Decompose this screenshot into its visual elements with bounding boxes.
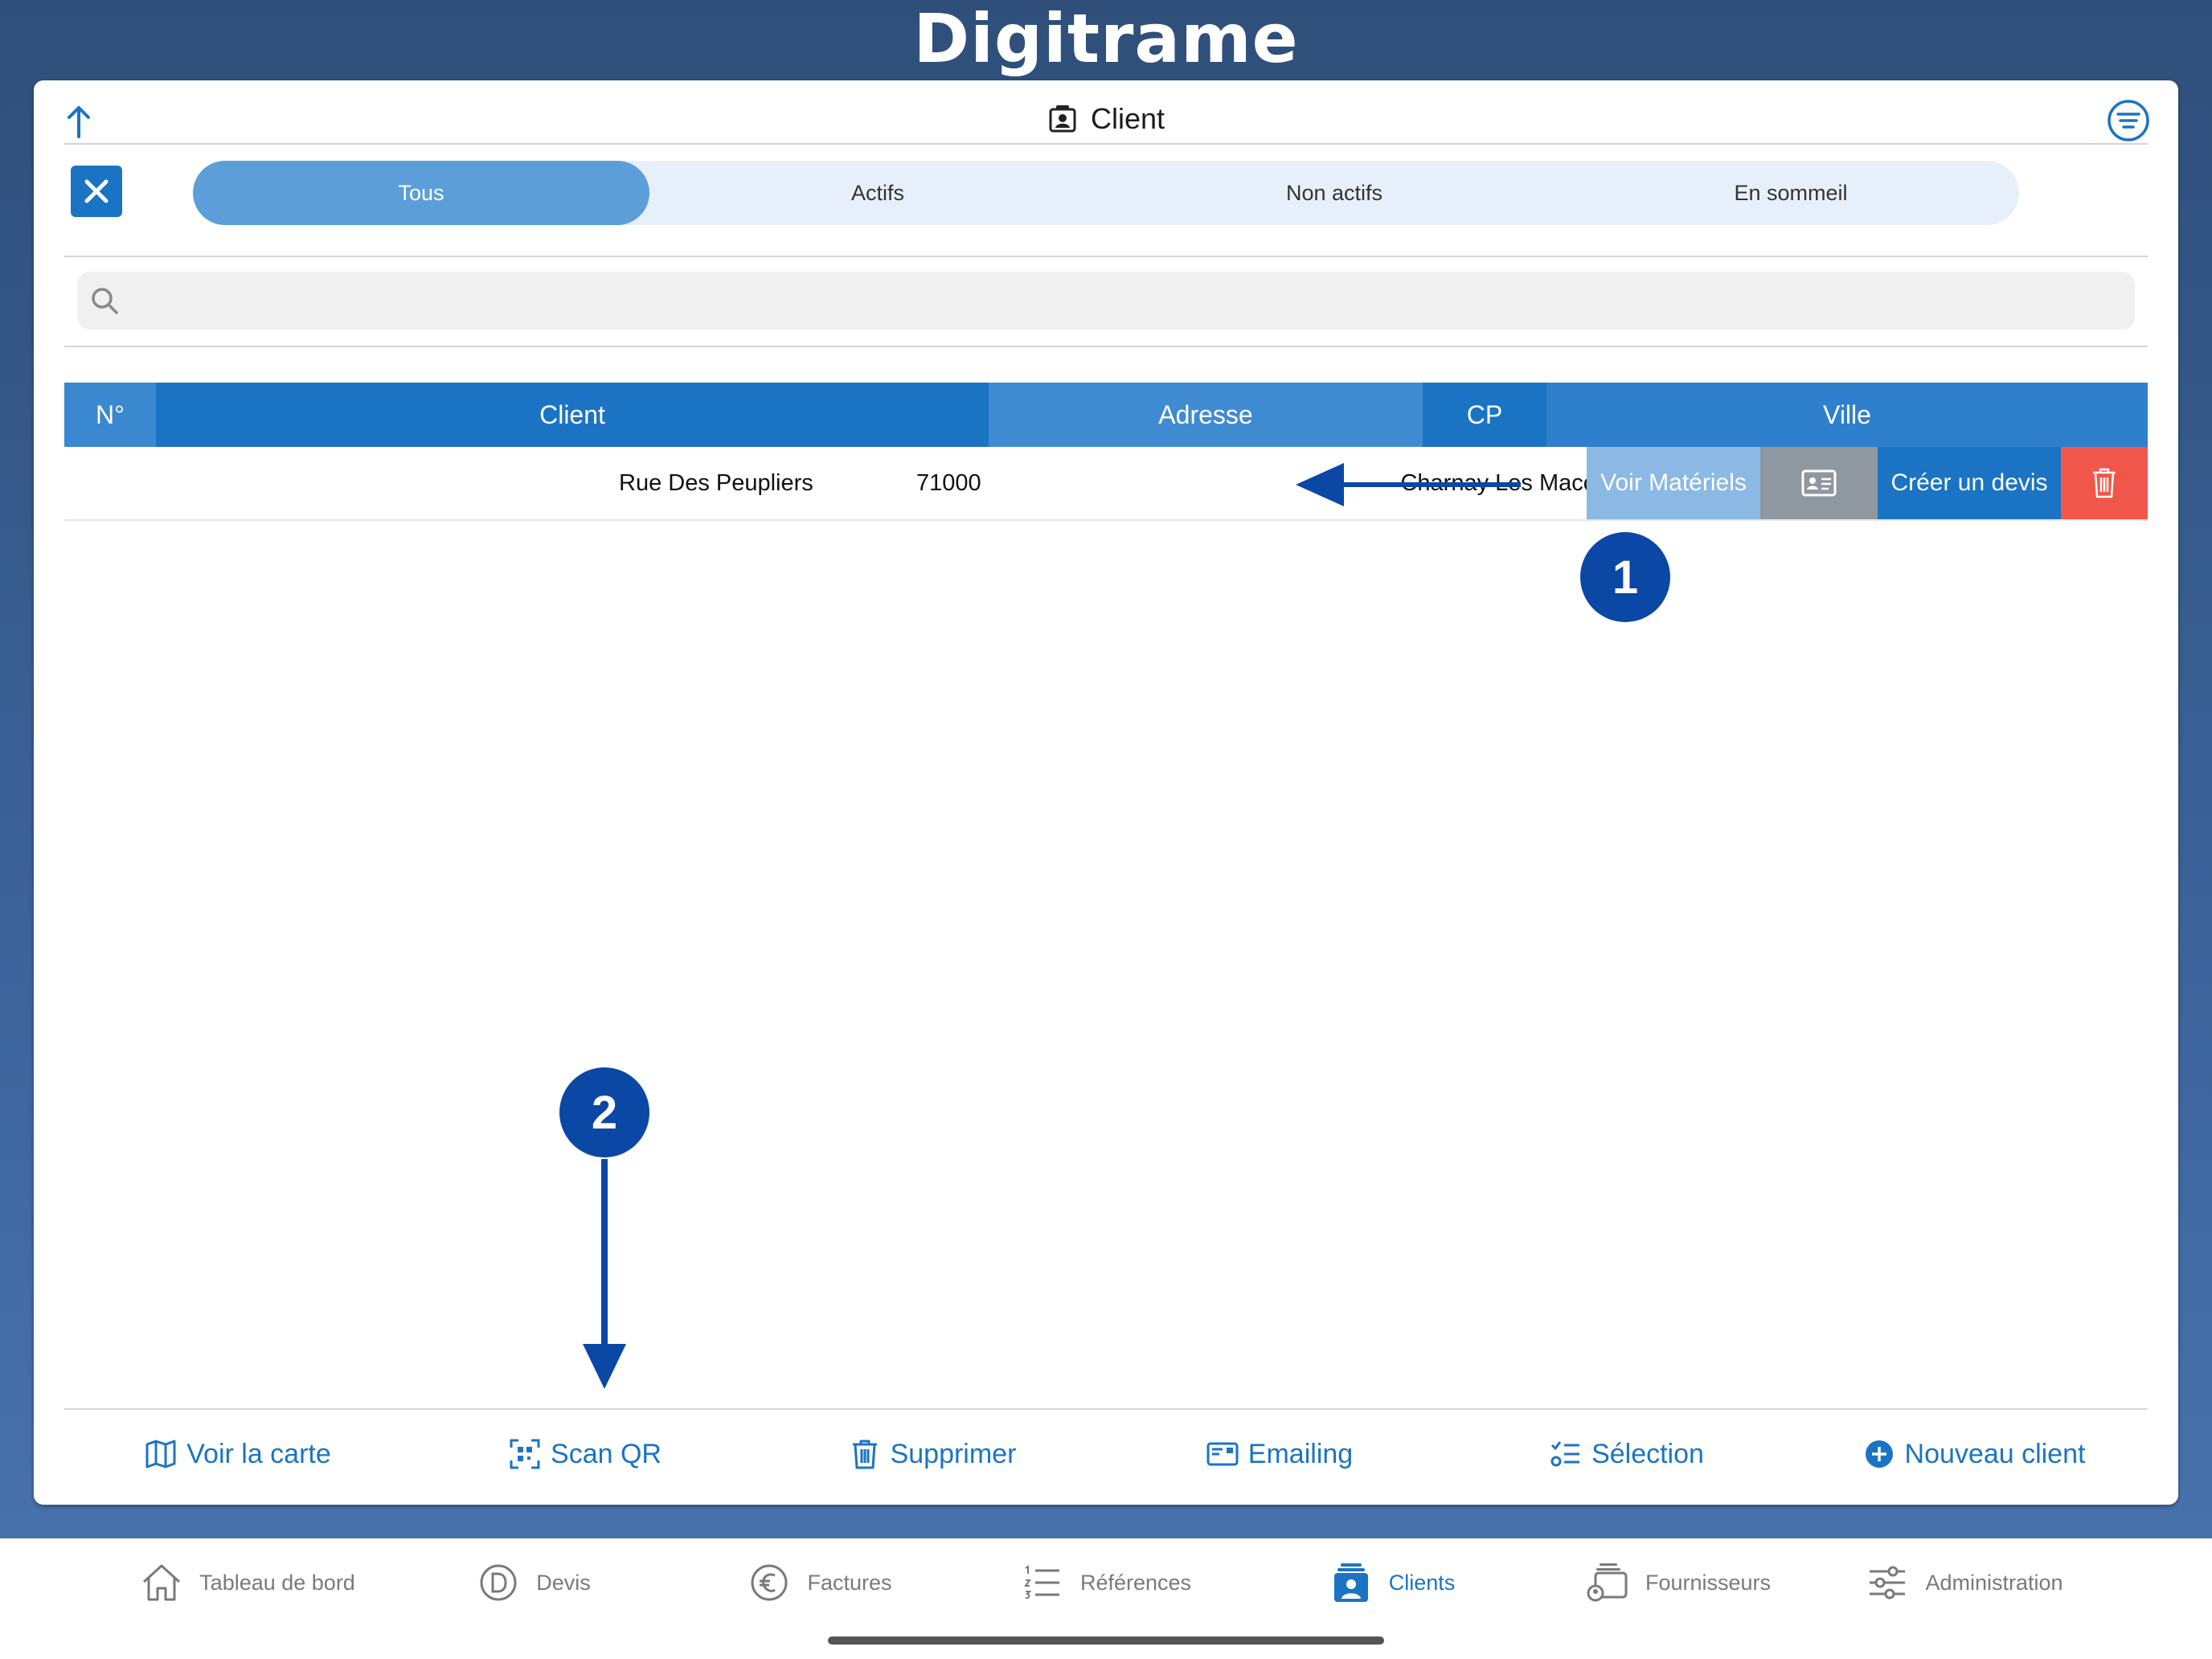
cell-adresse: Rue Des Peupliers	[619, 469, 813, 496]
status-filter-segmented-control: Tous Actifs Non actifs En sommeil	[193, 161, 2019, 225]
trash-icon	[852, 1440, 877, 1469]
action-toolbar: Voir la carte Scan QR Supprimer Emailing	[64, 1410, 2148, 1498]
app-brand-logo: Digitrame	[913, 0, 1299, 78]
tab-factures[interactable]: Factures	[677, 1538, 963, 1627]
tab-devis[interactable]: Devis	[391, 1538, 677, 1627]
table-row[interactable]: Rue Des Peupliers 71000 Charnay Les Maco…	[64, 447, 2148, 521]
column-header-numero[interactable]: N°	[64, 383, 156, 447]
map-icon	[145, 1440, 176, 1469]
segment-non-actifs[interactable]: Non actifs	[1106, 161, 1563, 225]
search-divider	[64, 346, 2148, 347]
euro-icon	[751, 1564, 788, 1601]
segment-actifs[interactable]: Actifs	[649, 161, 1106, 225]
scan-qr-button[interactable]: Scan QR	[412, 1410, 759, 1498]
segment-tous[interactable]: Tous	[193, 161, 649, 225]
tab-clients[interactable]: Clients	[1249, 1538, 1535, 1627]
tab-references[interactable]: Références	[963, 1538, 1249, 1627]
swipe-left-arrow-annotation	[1296, 463, 1521, 506]
emailing-button[interactable]: Emailing	[1106, 1410, 1453, 1498]
fiche-client-button[interactable]	[1760, 447, 1878, 519]
creer-devis-button[interactable]: Créer un devis	[1878, 447, 2061, 519]
filter-divider	[64, 256, 2148, 257]
voir-la-carte-label: Voir la carte	[186, 1438, 331, 1469]
segment-en-sommeil[interactable]: En sommeil	[1563, 161, 2019, 225]
suppliers-icon	[1587, 1563, 1628, 1602]
tab-label: Administration	[1925, 1570, 2063, 1595]
home-indicator[interactable]	[828, 1636, 1384, 1645]
cell-client	[161, 447, 482, 519]
home-icon	[143, 1564, 181, 1601]
selection-button[interactable]: Sélection	[1453, 1410, 1800, 1498]
column-header-cp[interactable]: CP	[1423, 383, 1546, 447]
qr-scan-icon	[510, 1439, 540, 1469]
page-header: Client	[34, 95, 2178, 143]
nouveau-client-label: Nouveau client	[1904, 1438, 2086, 1469]
tab-label: Tableau de bord	[199, 1570, 355, 1595]
devis-icon	[480, 1564, 517, 1601]
selection-label: Sélection	[1591, 1438, 1704, 1469]
nouveau-client-button[interactable]: Nouveau client	[1800, 1410, 2148, 1498]
header-divider	[64, 143, 2148, 145]
supprimer-button[interactable]: Supprimer	[759, 1410, 1106, 1498]
cell-cp: 71000	[916, 469, 981, 496]
tab-label: Clients	[1388, 1570, 1456, 1595]
tab-label: Devis	[536, 1570, 591, 1595]
tab-label: Références	[1079, 1570, 1192, 1595]
tab-administration[interactable]: Administration	[1821, 1538, 2108, 1627]
filter-menu-icon[interactable]	[2106, 98, 2151, 143]
client-panel: Client Tous Actifs Non actifs En sommeil…	[34, 80, 2178, 1505]
delete-row-button[interactable]	[2061, 447, 2148, 519]
supprimer-label: Supprimer	[890, 1438, 1017, 1469]
email-card-icon	[1206, 1442, 1239, 1466]
table-header: N° Client Adresse CP Ville	[64, 383, 2148, 447]
tab-label: Fournisseurs	[1645, 1570, 1772, 1595]
voir-materiels-button[interactable]: Voir Matériels	[1587, 447, 1760, 519]
list-icon	[1024, 1565, 1059, 1600]
tab-fournisseurs[interactable]: Fournisseurs	[1535, 1538, 1821, 1627]
voir-la-carte-button[interactable]: Voir la carte	[64, 1410, 412, 1498]
search-input[interactable]	[77, 272, 2135, 330]
contact-card-icon	[1801, 469, 1837, 497]
close-icon	[84, 179, 109, 203]
client-card-icon	[1049, 105, 1076, 133]
column-header-ville[interactable]: Ville	[1546, 383, 2148, 447]
search-icon	[92, 288, 118, 314]
trash-icon	[2093, 468, 2116, 498]
plus-circle-icon	[1865, 1440, 1893, 1468]
sliders-icon	[1870, 1566, 1906, 1600]
column-header-adresse[interactable]: Adresse	[989, 383, 1423, 447]
emailing-label: Emailing	[1247, 1438, 1354, 1469]
tab-tableau-de-bord[interactable]: Tableau de bord	[104, 1538, 391, 1627]
checklist-icon	[1550, 1441, 1580, 1467]
clients-icon	[1333, 1563, 1368, 1602]
page-title: Client	[1090, 102, 1165, 135]
column-header-client[interactable]: Client	[156, 383, 989, 447]
annotation-badge-1: 1	[1580, 532, 1670, 622]
tab-label: Factures	[807, 1570, 892, 1595]
close-button[interactable]	[71, 166, 122, 217]
cell-numero	[64, 447, 153, 519]
annotation-badge-2: 2	[559, 1067, 649, 1157]
scan-qr-label: Scan QR	[551, 1438, 662, 1469]
down-arrow-annotation	[583, 1159, 626, 1389]
